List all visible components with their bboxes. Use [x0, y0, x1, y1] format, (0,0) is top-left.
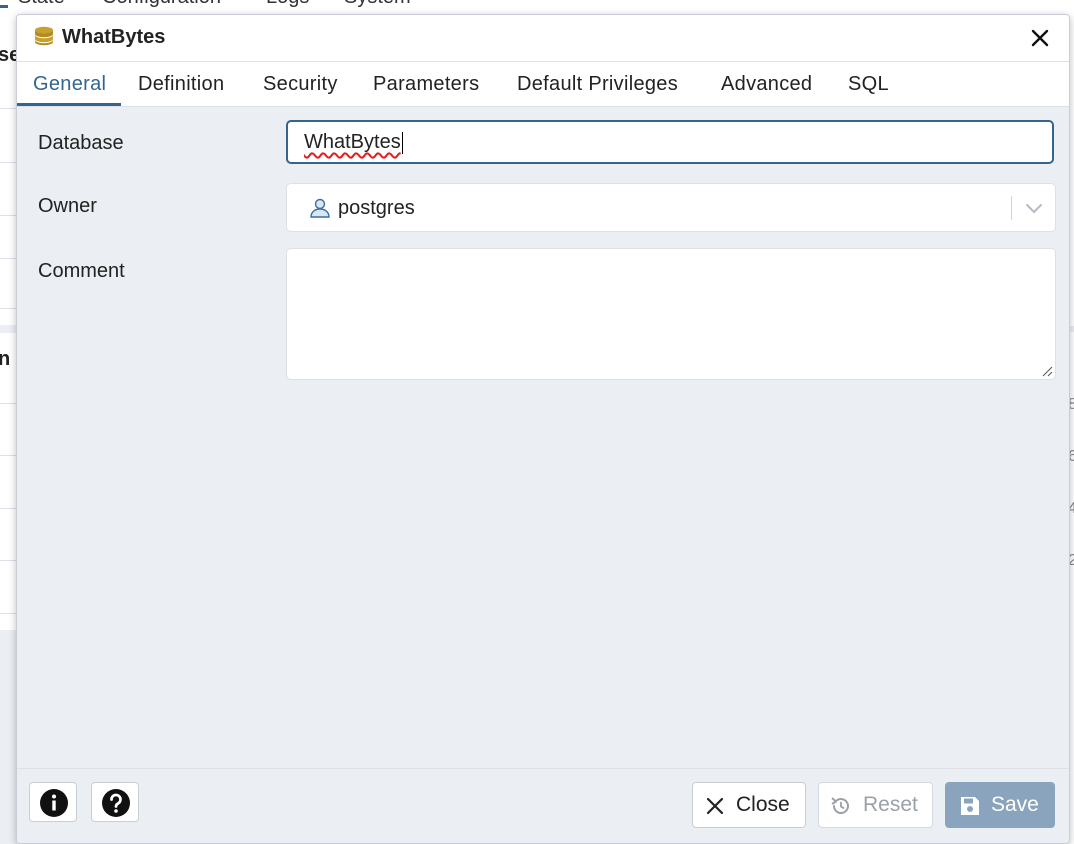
comment-label: Comment — [38, 260, 125, 282]
bg-tab-state: State — [18, 0, 65, 8]
database-label: Database — [38, 132, 124, 154]
dialog-title: WhatBytes — [62, 26, 166, 48]
bg-tab-indicator — [0, 5, 8, 8]
create-database-dialog: WhatBytes General Definition Security Pa… — [16, 14, 1070, 844]
reset-button-label: Reset — [863, 793, 918, 816]
reset-icon — [831, 797, 849, 814]
database-name-input[interactable]: WhatBytes — [286, 120, 1054, 164]
info-button[interactable] — [29, 782, 77, 822]
tab-default-privileges[interactable]: Default Privileges — [517, 62, 678, 106]
database-icon — [35, 26, 53, 46]
bg-section-band — [0, 325, 17, 333]
info-icon — [40, 789, 68, 817]
tab-parameters[interactable]: Parameters — [373, 62, 479, 106]
bg-divider — [0, 162, 17, 163]
bg-divider — [0, 215, 17, 216]
tab-definition[interactable]: Definition — [138, 62, 224, 106]
database-name-value: WhatBytes — [304, 131, 401, 153]
tab-advanced[interactable]: Advanced — [721, 62, 812, 106]
bg-tab-system: System — [344, 0, 411, 8]
select-separator — [1011, 196, 1012, 220]
bg-divider — [0, 508, 17, 509]
bg-divider — [0, 258, 17, 259]
bg-tab-configuration: Configuration — [102, 0, 221, 8]
bg-divider — [0, 108, 17, 109]
bg-divider — [0, 455, 17, 456]
resize-grip-icon[interactable] — [1041, 365, 1053, 377]
owner-select[interactable]: postgres — [286, 183, 1056, 232]
background-tabs: State Configuration Logs System — [0, 0, 1074, 8]
reset-button[interactable]: Reset — [818, 782, 933, 828]
bg-divider — [0, 403, 17, 404]
help-button[interactable] — [91, 782, 139, 822]
owner-value: postgres — [338, 197, 415, 219]
close-icon — [706, 797, 724, 815]
save-button[interactable]: Save — [945, 782, 1055, 828]
close-button-label: Close — [736, 793, 790, 816]
tab-security[interactable]: Security — [263, 62, 338, 106]
bg-tab-logs: Logs — [266, 0, 309, 8]
comment-textarea[interactable] — [286, 248, 1056, 380]
chevron-down-icon[interactable] — [1023, 197, 1045, 219]
user-icon — [310, 198, 330, 218]
bg-divider — [0, 560, 17, 561]
bg-divider — [0, 308, 17, 309]
text-caret — [401, 131, 403, 154]
bg-divider — [0, 613, 17, 614]
help-icon — [102, 789, 130, 817]
tab-sql[interactable]: SQL — [848, 62, 889, 106]
bg-lower-panel — [0, 630, 17, 844]
close-button[interactable]: Close — [692, 782, 806, 828]
save-icon — [961, 797, 979, 815]
dialog-header[interactable]: WhatBytes — [17, 15, 1069, 62]
dialog-footer: Close Reset Save — [17, 768, 1069, 843]
dialog-tabs: General Definition Security Parameters D… — [17, 62, 1069, 107]
owner-label: Owner — [38, 195, 97, 217]
close-icon[interactable] — [1029, 27, 1051, 49]
tab-general[interactable]: General — [17, 62, 122, 106]
save-button-label: Save — [991, 793, 1039, 816]
bg-fragment-left-2: n — [0, 348, 11, 370]
